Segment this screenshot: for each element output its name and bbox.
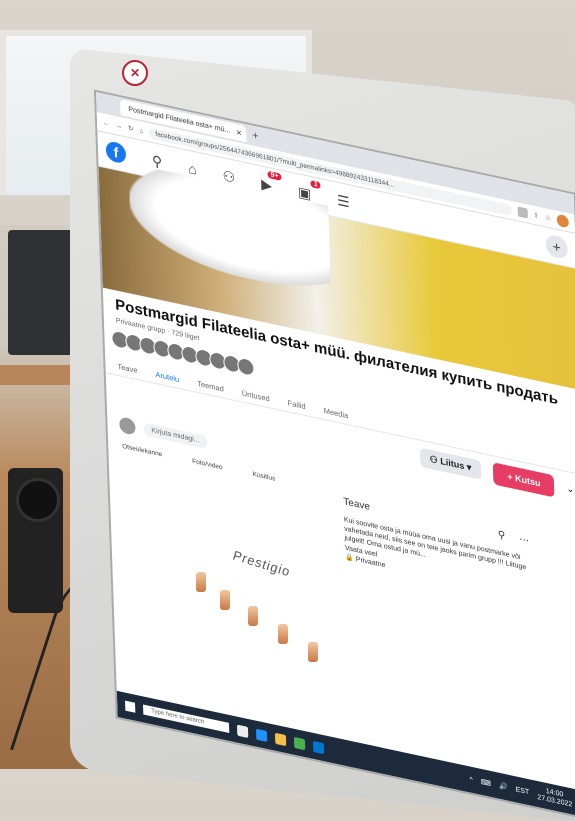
menu-icon[interactable]: ☰: [337, 191, 350, 211]
power-plug: [16, 478, 60, 522]
search-icon[interactable]: ⚲: [498, 529, 520, 545]
volume-icon[interactable]: 🔊: [499, 782, 508, 792]
create-button[interactable]: +: [545, 233, 569, 261]
tab-meedia[interactable]: Meedia: [323, 406, 348, 420]
chevron-up-icon[interactable]: ^: [469, 776, 473, 784]
monitor-screen: Postmargid Filateelia osta+ mü... × + ← …: [96, 92, 575, 820]
tab-uritused[interactable]: Üritused: [242, 388, 270, 403]
photo-video-button[interactable]: Foto/video: [192, 458, 223, 472]
reload-icon[interactable]: ↻: [128, 124, 134, 133]
forward-icon[interactable]: →: [115, 122, 122, 130]
windows-start-icon[interactable]: [125, 700, 136, 713]
cortana-icon[interactable]: [236, 724, 249, 738]
tab-failid[interactable]: Failid: [288, 398, 306, 411]
new-tab-button[interactable]: +: [252, 129, 259, 142]
avatar: [237, 356, 255, 377]
extension-icon[interactable]: [517, 206, 528, 219]
tab-teemad[interactable]: Teemad: [197, 379, 224, 394]
profile-avatar[interactable]: [556, 213, 569, 229]
monitor-button[interactable]: [248, 606, 258, 626]
facebook-logo-icon[interactable]: f: [105, 140, 127, 165]
file-explorer-icon[interactable]: [274, 732, 287, 746]
joined-button[interactable]: ⚇ Liitus ▾: [419, 447, 482, 481]
marketplace-badge: 1: [310, 179, 321, 189]
lock-icon: 🔒: [345, 553, 355, 563]
monitor-logo-icon: ✕: [122, 60, 148, 86]
clock[interactable]: 14:00 27.03.2022: [537, 786, 573, 809]
back-icon[interactable]: ←: [103, 119, 110, 127]
close-icon[interactable]: ×: [236, 127, 242, 138]
mail-icon[interactable]: [312, 740, 325, 754]
home-nav-icon[interactable]: ⌂: [188, 160, 197, 178]
share-icon[interactable]: ⇪: [533, 211, 539, 220]
network-icon[interactable]: ⌨: [481, 778, 491, 788]
tab-arutelu[interactable]: Arutelu: [155, 370, 179, 384]
language-indicator[interactable]: EST: [516, 786, 530, 796]
monitor-button[interactable]: [278, 624, 288, 644]
monitor-button[interactable]: [196, 572, 206, 592]
watch-badge: 9+: [267, 170, 282, 181]
avatar: [119, 415, 136, 436]
home-icon[interactable]: ⌂: [139, 127, 143, 135]
bookmark-star-icon[interactable]: ☆: [545, 213, 551, 222]
poll-button[interactable]: Küsitlus: [252, 470, 275, 482]
chevron-down-icon[interactable]: ⌄: [566, 483, 574, 496]
chrome-icon[interactable]: [293, 736, 306, 750]
monitor-power-button[interactable]: [308, 642, 318, 662]
tab-teave[interactable]: Teave: [117, 361, 137, 374]
joined-label: Liitus: [440, 456, 465, 472]
edge-icon[interactable]: [255, 728, 268, 742]
monitor-button[interactable]: [220, 590, 230, 610]
